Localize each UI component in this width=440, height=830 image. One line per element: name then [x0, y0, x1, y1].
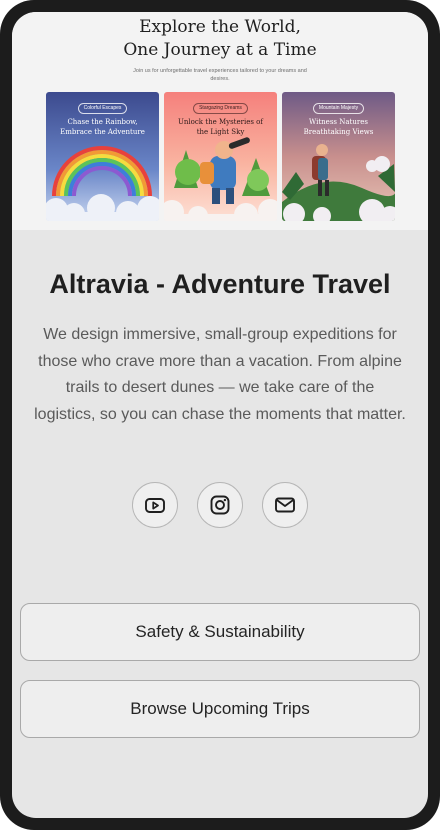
- phone-frame: Explore the World, One Journey at a Time…: [0, 0, 440, 830]
- card-caption-line1: Witness Natures: [309, 118, 368, 126]
- instagram-button[interactable]: [197, 482, 243, 528]
- safety-sustainability-button[interactable]: Safety & Sustainability: [20, 603, 420, 661]
- card-caption-line2: Embrace the Adventure: [60, 128, 145, 136]
- social-links: [132, 482, 308, 528]
- card-tag: Colorful Escapes: [77, 103, 128, 114]
- hero-title-line2: One Journey at a Time: [123, 40, 317, 60]
- card-tag: Stargazing Dreams: [193, 103, 248, 114]
- card-tag: Mountain Majesty: [312, 103, 365, 114]
- card-caption: Unlock the Mysteries of the Light Sky: [168, 117, 273, 137]
- youtube-icon: [145, 498, 165, 513]
- screen: Explore the World, One Journey at a Time…: [12, 12, 428, 818]
- hero-title: Explore the World, One Journey at a Time: [12, 16, 428, 62]
- browse-upcoming-trips-button[interactable]: Browse Upcoming Trips: [20, 680, 420, 738]
- youtube-button[interactable]: [132, 482, 178, 528]
- mail-button[interactable]: [262, 482, 308, 528]
- hero-subtitle: Join us for unforgettable travel experie…: [133, 68, 307, 82]
- instagram-icon: [210, 495, 230, 515]
- card-caption-line1: Chase the Rainbow,: [67, 118, 138, 126]
- hero-card-stargazing: Stargazing Dreams Unlock the Mysteries o…: [164, 92, 277, 221]
- profile-description: We design immersive, small-group expedit…: [34, 326, 406, 423]
- card-caption-line1: Unlock the Mysteries of: [178, 118, 263, 126]
- profile-name: Altravia - Adventure Travel: [49, 269, 391, 299]
- mail-icon: [275, 497, 295, 513]
- hero-banner: Explore the World, One Journey at a Time…: [12, 12, 428, 230]
- hero-card-mountain: Mountain Majesty Witness Natures Breatht…: [282, 92, 395, 221]
- card-caption-line2: Breathtaking Views: [303, 128, 374, 136]
- card-caption-line2: the Light Sky: [196, 128, 245, 136]
- card-caption: Witness Natures Breathtaking Views: [286, 117, 391, 137]
- hero-card-rainbow: Colorful Escapes Chase the Rainbow, Embr…: [46, 92, 159, 221]
- card-caption: Chase the Rainbow, Embrace the Adventure: [50, 117, 155, 137]
- hero-title-line1: Explore the World,: [139, 17, 301, 37]
